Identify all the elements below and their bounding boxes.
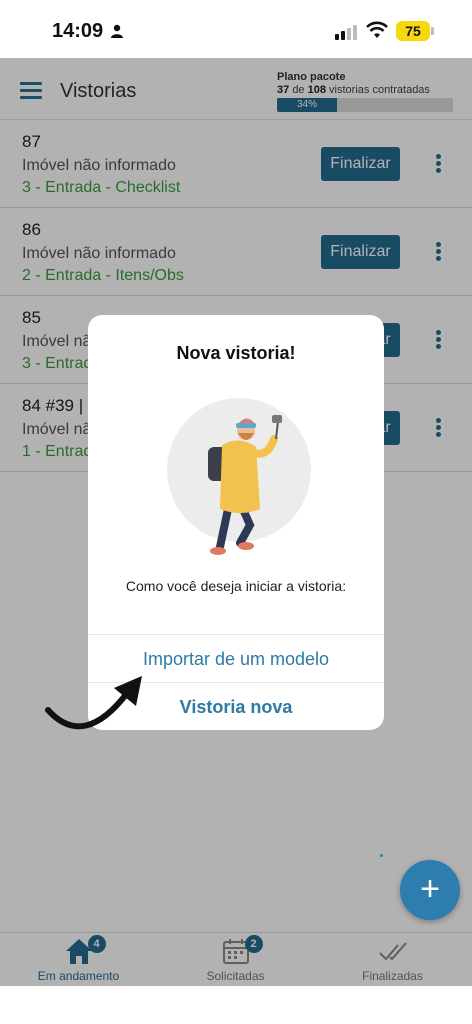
new-inspection-dialog: Nova vistoria! Como você deseja iniciar … [88, 315, 384, 730]
annotation-arrow-icon [45, 676, 142, 730]
wifi-icon [366, 21, 388, 38]
scroll-indicator-dot [380, 854, 383, 857]
hiker-illustration [167, 398, 311, 555]
status-bar: 14:09 75 [0, 0, 472, 58]
home-indicator-area [0, 986, 472, 1024]
battery-nub [431, 27, 434, 35]
status-time: 14:09 [52, 20, 104, 42]
dialog-divider [88, 634, 384, 635]
dialog-title: Nova vistoria! [176, 343, 296, 363]
add-inspection-button[interactable]: + [400, 860, 460, 920]
person-icon [111, 24, 123, 38]
cellular-signal-icon [335, 25, 357, 40]
battery-indicator: 75 [396, 21, 430, 41]
dialog-question: Como você deseja iniciar a vistoria: [125, 578, 347, 594]
